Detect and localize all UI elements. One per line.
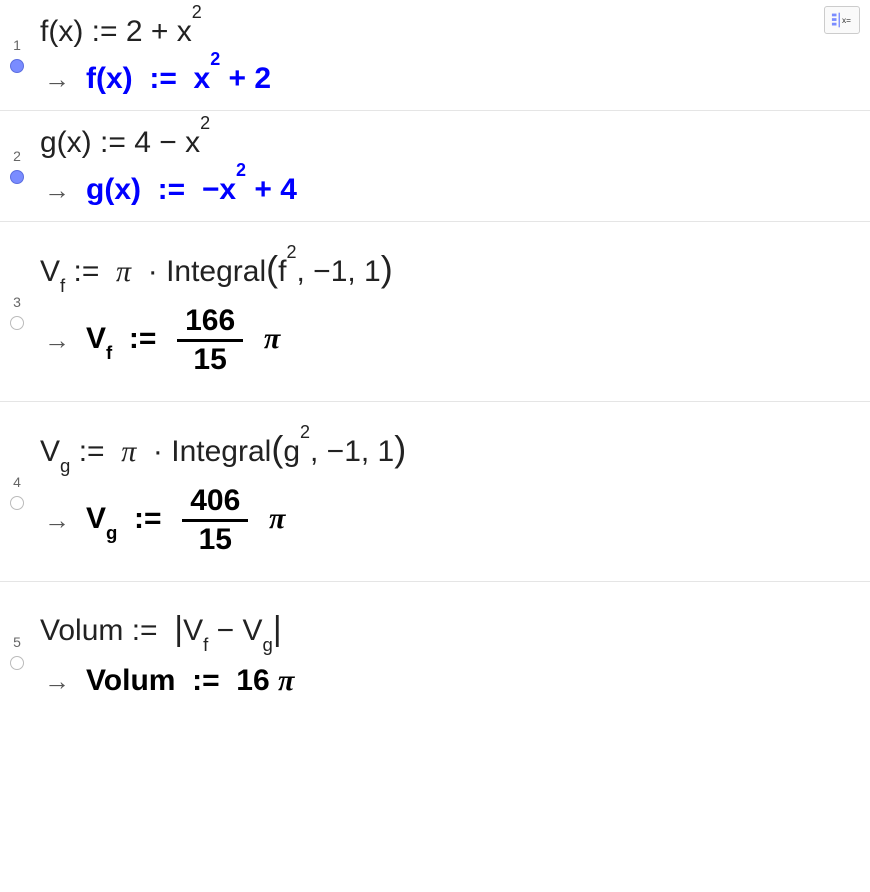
row-gutter: 5: [0, 582, 34, 722]
output-expression: → Vf := 166 15 π: [40, 305, 860, 375]
output-text: Vf := 166 15 π: [86, 305, 280, 375]
output-text: Volum := 16 π: [86, 664, 294, 698]
output-expression: → Vg := 406 15 π: [40, 485, 860, 555]
svg-text:x=: x=: [842, 16, 851, 25]
row-gutter: 1: [0, 0, 34, 110]
input-expression[interactable]: Volum := |Vf − Vg|: [40, 610, 860, 652]
arrow-icon: →: [44, 507, 70, 533]
output-expression: → Volum := 16 π: [40, 664, 860, 698]
fraction-denominator: 15: [191, 522, 240, 556]
input-expression[interactable]: Vg := π · Integral(g2, −1, 1): [40, 428, 860, 473]
row-gutter: 2: [0, 111, 34, 221]
row-number: 1: [13, 37, 21, 53]
cas-row[interactable]: 1 f(x) := 2 + x2 → f(x) := x2 + 2: [0, 0, 870, 111]
cas-rows: 1 f(x) := 2 + x2 → f(x) := x2 + 2 2 g(x)…: [0, 0, 870, 722]
row-content[interactable]: f(x) := 2 + x2 → f(x) := x2 + 2: [34, 0, 870, 110]
output-text: Vg := 406 15 π: [86, 485, 285, 555]
fraction-numerator: 166: [177, 305, 243, 342]
output-expression: → f(x) := x2 + 2: [40, 61, 860, 96]
fraction-denominator: 15: [185, 342, 234, 376]
row-number: 2: [13, 148, 21, 164]
cas-row[interactable]: 2 g(x) := 4 − x2 → g(x) := −x2 + 4: [0, 111, 870, 222]
output-text: f(x) := x2 + 2: [86, 61, 271, 96]
row-number: 4: [13, 474, 21, 490]
arrow-icon: →: [44, 66, 70, 92]
output-expression: → g(x) := −x2 + 4: [40, 172, 860, 207]
cas-row[interactable]: 3 Vf := π · Integral(f2, −1, 1) → Vf := …: [0, 222, 870, 402]
row-number: 3: [13, 294, 21, 310]
visibility-dot-icon[interactable]: [10, 496, 24, 510]
arrow-icon: →: [44, 668, 70, 694]
input-expression[interactable]: g(x) := 4 − x2: [40, 125, 860, 160]
arrow-icon: →: [44, 327, 70, 353]
row-gutter: 3: [0, 222, 34, 401]
row-content[interactable]: Volum := |Vf − Vg| → Volum := 16 π: [34, 582, 870, 722]
substitute-icon: x=: [831, 11, 853, 29]
visibility-dot-icon[interactable]: [10, 656, 24, 670]
visibility-dot-icon[interactable]: [10, 316, 24, 330]
input-expression[interactable]: Vf := π · Integral(f2, −1, 1): [40, 248, 860, 293]
fraction: 166 15: [177, 305, 243, 375]
row-number: 5: [13, 634, 21, 650]
row-content[interactable]: Vf := π · Integral(f2, −1, 1) → Vf := 16…: [34, 222, 870, 401]
cas-row[interactable]: 5 Volum := |Vf − Vg| → Volum := 16 π: [0, 582, 870, 722]
substitute-button[interactable]: x=: [824, 6, 860, 34]
output-text: g(x) := −x2 + 4: [86, 172, 297, 207]
fraction-numerator: 406: [182, 485, 248, 522]
visibility-dot-icon[interactable]: [10, 170, 24, 184]
fraction: 406 15: [182, 485, 248, 555]
visibility-dot-icon[interactable]: [10, 59, 24, 73]
arrow-icon: →: [44, 177, 70, 203]
row-gutter: 4: [0, 402, 34, 581]
input-expression[interactable]: f(x) := 2 + x2: [40, 14, 860, 49]
row-content[interactable]: Vg := π · Integral(g2, −1, 1) → Vg := 40…: [34, 402, 870, 581]
cas-row[interactable]: 4 Vg := π · Integral(g2, −1, 1) → Vg := …: [0, 402, 870, 582]
row-content[interactable]: g(x) := 4 − x2 → g(x) := −x2 + 4: [34, 111, 870, 221]
